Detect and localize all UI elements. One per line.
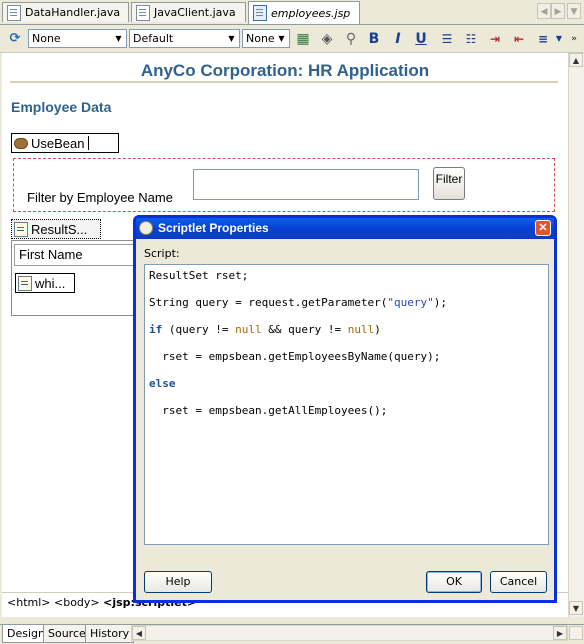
tab-source[interactable]: Source <box>43 625 91 643</box>
scroll-up-arrow[interactable]: ▲ <box>569 53 583 67</box>
scriptlet-label: ResultS... <box>31 221 88 237</box>
tab-scroll-right-button[interactable]: ▶ <box>551 3 565 19</box>
usebean-label: UseBean <box>31 135 85 151</box>
usebean-tag[interactable]: UseBean <box>11 133 119 153</box>
cancel-button[interactable]: Cancel <box>490 571 547 593</box>
scroll-down-arrow[interactable]: ▼ <box>569 601 583 615</box>
tab-label: employees.jsp <box>271 6 351 20</box>
formatting-toolbar: ⟳ None ▼ Default ▼ None ▼ ▦ ◈ ⚲ B I U ☰ … <box>0 25 584 53</box>
code-line: if (query != null && query != null) <box>149 323 381 336</box>
text-caret <box>88 136 90 150</box>
font-select[interactable]: Default ▼ <box>129 29 240 48</box>
refresh-icon[interactable]: ⟳ <box>7 31 23 47</box>
scroll-corner <box>569 626 583 640</box>
font-select-value: Default <box>133 32 174 45</box>
first-name-column-header[interactable]: First Name <box>14 244 138 266</box>
underline-button[interactable]: U <box>413 31 429 47</box>
tab-datahandler-java[interactable]: DataHandler.java <box>2 2 129 22</box>
code-line: rset = empsbean.getEmployeesByName(query… <box>149 350 441 363</box>
while-label: whi... <box>35 275 66 291</box>
code-line: rset = empsbean.getAllEmployees(); <box>149 404 388 417</box>
page-title: AnyCo Corporation: HR Application <box>140 61 430 80</box>
chevron-down-icon: ▼ <box>225 31 238 46</box>
vertical-scrollbar[interactable]: ▲ ▼ <box>568 53 584 617</box>
toolbar-overflow-icon[interactable]: » <box>566 31 582 47</box>
ok-button[interactable]: OK <box>426 571 482 593</box>
fill-bucket-icon[interactable]: ◈ <box>319 31 335 47</box>
style-select-value: None <box>32 32 61 45</box>
close-icon[interactable]: ✕ <box>535 220 551 236</box>
tab-label: JavaClient.java <box>154 6 236 19</box>
italic-button[interactable]: I <box>390 31 406 47</box>
breadcrumb-body[interactable]: <body> <box>54 596 100 609</box>
scroll-right-arrow[interactable]: ▶ <box>553 626 567 640</box>
scriptlet-properties-dialog: Scriptlet Properties ✕ Script: ResultSet… <box>133 215 557 603</box>
numbered-list-icon[interactable]: ☰ <box>439 31 455 47</box>
scriptlet-icon <box>18 275 32 291</box>
tab-history[interactable]: History <box>85 625 135 643</box>
dialog-app-icon <box>139 221 153 235</box>
size-select[interactable]: None ▼ <box>242 29 290 48</box>
tab-list-button[interactable]: ▼ <box>567 3 581 19</box>
dialog-title-bar[interactable]: Scriptlet Properties ✕ <box>136 218 554 239</box>
script-label: Script: <box>144 247 180 260</box>
outdent-icon[interactable]: ⇤ <box>511 31 527 47</box>
filter-label: Filter by Employee Name <box>27 190 173 205</box>
chevron-down-icon[interactable]: ▼ <box>551 31 567 47</box>
java-file-icon <box>136 4 150 21</box>
title-divider <box>10 81 558 83</box>
chevron-down-icon: ▼ <box>275 31 288 46</box>
align-icon[interactable]: ≡ <box>535 31 551 47</box>
tab-scroll-left-button[interactable]: ◀ <box>537 3 551 19</box>
code-line: ResultSet rset; <box>149 269 249 282</box>
scroll-left-arrow[interactable]: ◀ <box>132 626 146 640</box>
bean-icon <box>14 137 28 149</box>
tab-label: DataHandler.java <box>25 6 121 19</box>
filter-button[interactable]: Filter <box>433 167 465 200</box>
while-tag[interactable]: whi... <box>15 273 75 293</box>
filter-input[interactable] <box>193 169 419 200</box>
indent-icon[interactable]: ⇥ <box>487 31 503 47</box>
help-button[interactable]: Help <box>144 571 212 593</box>
bullet-list-icon[interactable]: ☷ <box>463 31 479 47</box>
jsp-file-icon <box>253 5 267 21</box>
code-line: else <box>149 377 176 390</box>
tab-employees-jsp[interactable]: employees.jsp <box>248 1 360 24</box>
script-textarea[interactable]: ResultSet rset; String query = request.g… <box>144 264 549 545</box>
horizontal-scrollbar[interactable]: ◀ ▶ <box>131 625 568 641</box>
size-select-value: None <box>246 32 275 45</box>
dialog-title: Scriptlet Properties <box>158 221 269 235</box>
java-file-icon <box>7 4 21 21</box>
text-color-icon[interactable]: ▦ <box>295 31 311 47</box>
editor-tab-bar: DataHandler.java JavaClient.java employe… <box>0 0 584 25</box>
tab-javaclient-java[interactable]: JavaClient.java <box>131 2 246 22</box>
link-icon[interactable]: ⚲ <box>343 31 359 47</box>
style-select[interactable]: None ▼ <box>28 29 127 48</box>
scriptlet-icon <box>14 221 28 237</box>
bold-button[interactable]: B <box>366 31 382 47</box>
code-line: String query = request.getParameter("que… <box>149 296 448 309</box>
chevron-down-icon: ▼ <box>112 31 125 46</box>
employee-data-heading: Employee Data <box>11 99 112 115</box>
breadcrumb-html[interactable]: <html> <box>7 596 51 609</box>
scriptlet-tag[interactable]: ResultS... <box>11 219 101 239</box>
